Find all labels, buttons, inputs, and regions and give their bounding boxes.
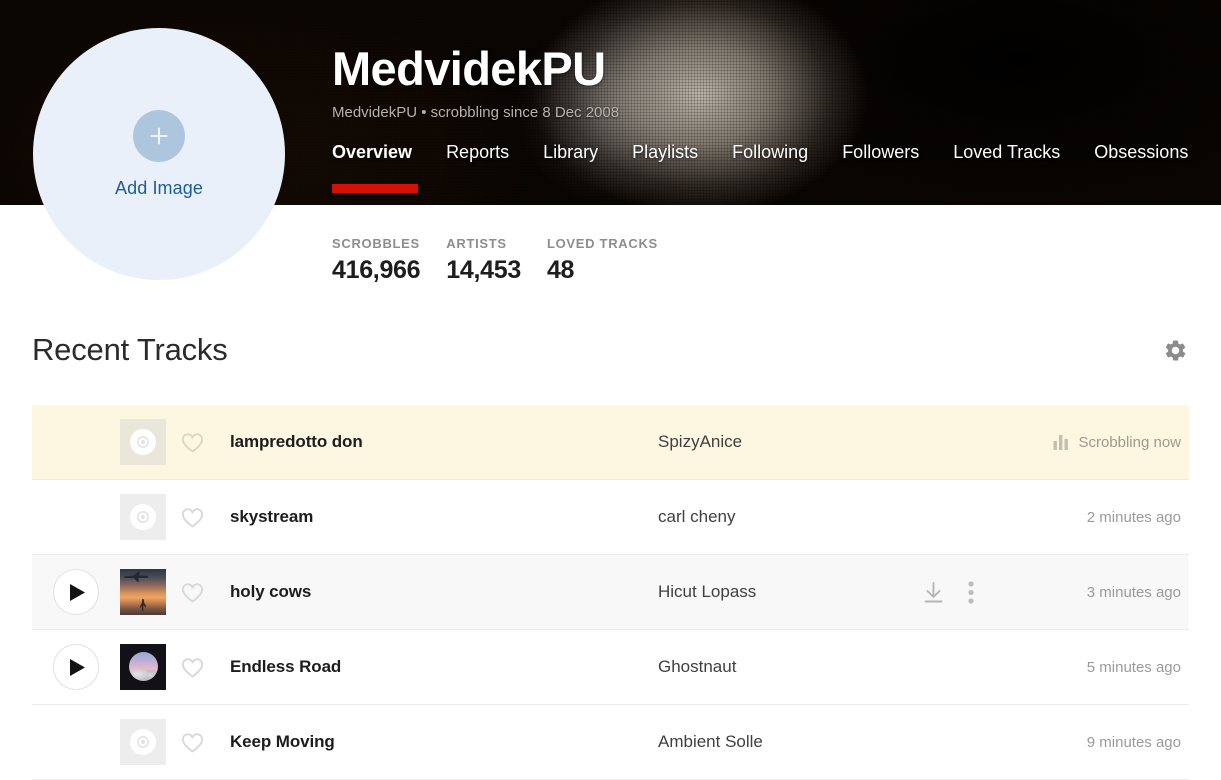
more-vertical-icon[interactable] [968, 580, 974, 604]
heart-icon[interactable] [172, 731, 230, 754]
tab-overview[interactable]: Overview [332, 142, 429, 194]
track-title[interactable]: skystream [230, 507, 658, 527]
tab-loved-tracks[interactable]: Loved Tracks [953, 142, 1077, 193]
gear-icon[interactable] [1161, 336, 1189, 364]
tab-library[interactable]: Library [543, 142, 615, 193]
art-cell [120, 719, 172, 765]
album-art[interactable] [120, 719, 166, 765]
art-cell [120, 419, 172, 465]
track-title[interactable]: Endless Road [230, 657, 658, 677]
stat-artists: ARTISTS 14,453 [446, 236, 521, 285]
recent-tracks-list: lampredotto don SpizyAnice Scrobbling now s… [32, 405, 1189, 780]
row-actions [907, 580, 1017, 605]
avatar-add-image[interactable]: Add Image [33, 28, 285, 280]
heart-icon[interactable] [172, 431, 230, 454]
tab-obsessions[interactable]: Obsessions [1094, 142, 1205, 193]
heart-icon[interactable] [172, 581, 230, 604]
profile-nav-tabs: Overview Reports Library Playlists Following… [332, 142, 1221, 194]
track-artist[interactable]: Ghostnaut [658, 657, 907, 677]
tab-followers[interactable]: Followers [842, 142, 936, 193]
section-title: Recent Tracks [32, 332, 228, 367]
page-title: MedvidekPU [332, 42, 606, 95]
stat-label: SCROBBLES [332, 236, 420, 251]
track-artist[interactable]: Ambient Solle [658, 732, 907, 752]
stat-value[interactable]: 416,966 [332, 256, 421, 285]
profile-subtitle: MedvidekPU • scrobbling since 8 Dec 2008 [332, 104, 620, 122]
track-title[interactable]: holy cows [230, 582, 658, 602]
table-row[interactable]: Keep Moving Ambient Solle 9 minutes ago [32, 705, 1189, 780]
track-artist[interactable]: carl cheny [658, 507, 907, 527]
stat-scrobbles: SCROBBLES 416,966 [332, 236, 421, 285]
avatar-add-image-label: Add Image [115, 177, 203, 198]
download-icon[interactable] [921, 580, 946, 605]
stat-label: ARTISTS [446, 236, 507, 251]
heart-icon[interactable] [172, 506, 230, 529]
album-art[interactable] [120, 644, 166, 690]
heart-icon[interactable] [172, 656, 230, 679]
track-timestamp: 9 minutes ago [1086, 733, 1181, 751]
track-timestamp: 3 minutes ago [1086, 583, 1181, 601]
tab-following[interactable]: Following [732, 142, 825, 193]
art-cell [120, 569, 172, 615]
play-cell [32, 569, 120, 615]
profile-stats: SCROBBLES 416,966 ARTISTS 14,453 LOVED TRACK… [332, 236, 684, 285]
stat-value[interactable]: 48 [547, 256, 658, 285]
album-art[interactable] [120, 569, 166, 615]
track-title[interactable]: Keep Moving [230, 732, 658, 752]
track-timestamp: 2 minutes ago [1086, 508, 1181, 526]
play-cell [32, 644, 120, 690]
stat-value[interactable]: 14,453 [446, 256, 521, 285]
track-artist[interactable]: Hicut Lopass [658, 582, 907, 602]
table-row[interactable]: lampredotto don SpizyAnice Scrobbling now [32, 405, 1189, 480]
art-cell [120, 494, 172, 540]
art-cell [120, 644, 172, 690]
header-content: MedvidekPU MedvidekPU • scrobbling since… [332, 0, 1221, 194]
track-artist[interactable]: SpizyAnice [658, 432, 907, 452]
track-title[interactable]: lampredotto don [230, 432, 658, 452]
table-row[interactable]: holy cows Hicut Lopass 3 minutes ago [32, 555, 1189, 630]
status-badge: Scrobbling now [1078, 433, 1181, 451]
equalizer-icon [1053, 434, 1069, 450]
stat-loved-tracks: LOVED TRACKS 48 [547, 236, 658, 285]
table-row[interactable]: Endless Road Ghostnaut 5 minutes ago [32, 630, 1189, 705]
tab-reports[interactable]: Reports [446, 142, 526, 193]
album-art[interactable] [120, 419, 166, 465]
play-icon[interactable] [53, 644, 99, 690]
track-timestamp: Scrobbling now [1017, 434, 1189, 451]
play-icon[interactable] [53, 569, 99, 615]
plus-icon [133, 109, 185, 162]
track-timestamp: 5 minutes ago [1086, 658, 1181, 676]
tab-playlists[interactable]: Playlists [632, 142, 715, 193]
stat-label: LOVED TRACKS [546, 236, 658, 251]
recent-tracks-header: Recent Tracks [32, 332, 1189, 368]
table-row[interactable]: skystream carl cheny 2 minutes ago [32, 480, 1189, 555]
album-art[interactable] [120, 494, 166, 540]
